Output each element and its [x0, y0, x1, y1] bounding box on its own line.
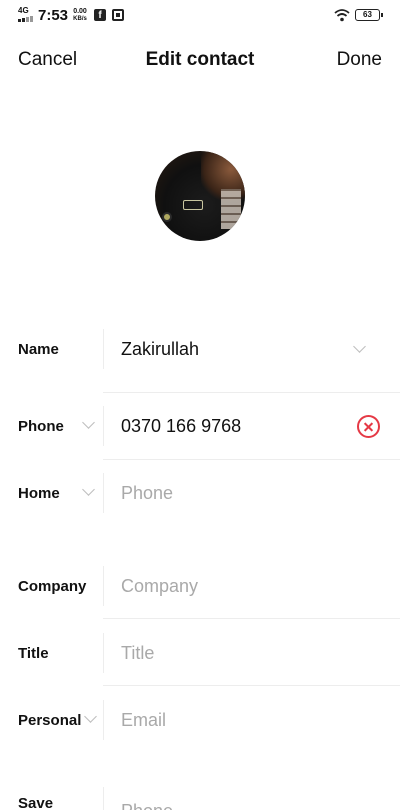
network-type: 4G [18, 6, 29, 15]
email-type-label[interactable]: Personal [18, 712, 81, 729]
contact-photo[interactable] [155, 151, 245, 241]
company-label: Company [18, 578, 87, 595]
divider [103, 685, 400, 686]
phone-field[interactable] [121, 416, 341, 437]
remove-phone-icon[interactable] [357, 415, 380, 438]
cancel-button[interactable]: Cancel [18, 49, 77, 71]
name-field[interactable] [121, 339, 341, 360]
email-field[interactable] [121, 710, 341, 731]
home-phone-field[interactable] [121, 483, 341, 504]
status-bar: 4G 7:53 0.00 KB/s f 63 [0, 0, 400, 34]
done-button[interactable]: Done [337, 49, 382, 71]
signal-icon [18, 16, 34, 22]
company-field[interactable] [121, 576, 341, 597]
app-notification-icon [112, 9, 124, 21]
title-label: Title [18, 645, 49, 662]
wifi-icon [334, 9, 350, 22]
divider [103, 459, 400, 460]
title-field[interactable] [121, 643, 341, 664]
status-time: 7:53 [38, 7, 69, 24]
phone-type-label[interactable]: Phone [18, 418, 64, 435]
divider [103, 618, 400, 619]
chevron-down-icon[interactable] [353, 340, 366, 353]
network-speed-value: 0.00 [73, 8, 87, 15]
chevron-down-icon[interactable] [82, 416, 95, 429]
facebook-notification-icon: f [94, 9, 106, 21]
divider [103, 392, 400, 393]
chevron-down-icon[interactable] [84, 710, 97, 723]
network-speed-unit: KB/s [73, 16, 87, 22]
network-speed: 0.00 KB/s [72, 8, 88, 23]
name-label: Name [18, 341, 59, 358]
battery-icon: 63 [355, 9, 383, 21]
home-type-label[interactable]: Home [18, 485, 60, 502]
save-label: Save [18, 795, 54, 810]
save-phone-field[interactable] [121, 801, 341, 810]
chevron-down-icon[interactable] [82, 483, 95, 496]
